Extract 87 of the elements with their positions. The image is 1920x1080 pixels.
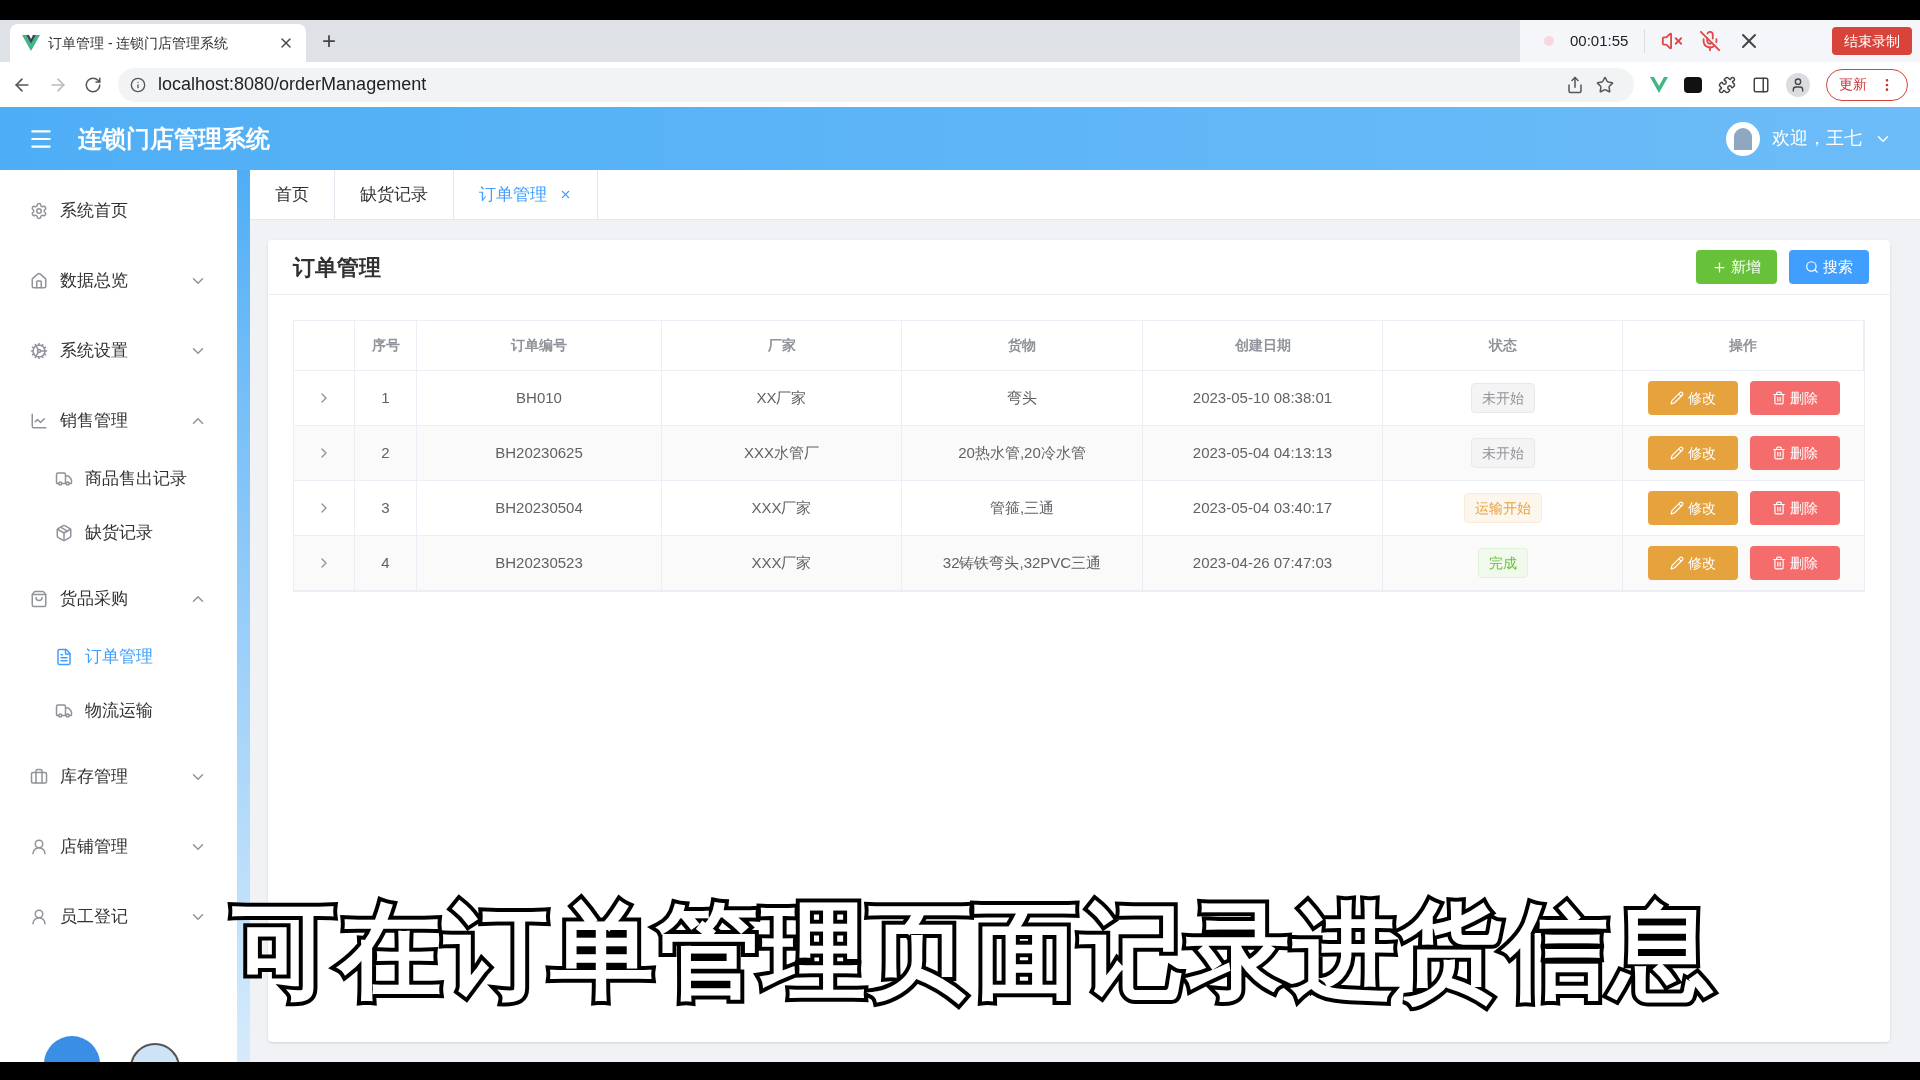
sidebar-item[interactable]: 店铺管理 bbox=[0, 818, 237, 876]
card-title: 订单管理 bbox=[293, 253, 381, 282]
trash-icon bbox=[1771, 446, 1786, 460]
submenu-item[interactable]: 商品售出记录 bbox=[0, 454, 237, 504]
submenu-item[interactable]: 物流运输 bbox=[0, 686, 237, 736]
recording-time: 00:01:55 bbox=[1570, 30, 1629, 51]
menu-item-icon bbox=[30, 838, 48, 856]
trash-icon bbox=[1771, 501, 1786, 515]
pencil-icon bbox=[1669, 446, 1684, 460]
pencil-icon bbox=[1669, 556, 1684, 570]
table-cell-text: XXX厂家 bbox=[751, 497, 812, 518]
logo-icon bbox=[22, 35, 40, 51]
extension-icon[interactable] bbox=[1684, 76, 1702, 93]
table-cell-text: 4 bbox=[381, 552, 390, 573]
table-cell-text: 32铸铁弯头,32PVC三通 bbox=[942, 552, 1102, 573]
table-cell-text: 弯头 bbox=[1007, 387, 1037, 408]
new-tab-button[interactable]: + bbox=[322, 29, 336, 53]
info-icon bbox=[130, 76, 146, 93]
menu-item-icon bbox=[30, 412, 48, 430]
bookmark-icon[interactable] bbox=[1596, 75, 1614, 94]
pencil-icon bbox=[1669, 501, 1684, 515]
menu-item-icon bbox=[55, 524, 73, 542]
sidebar-item[interactable]: 系统设置 bbox=[0, 322, 237, 380]
table-cell-text: BH20230523 bbox=[495, 552, 583, 573]
submenu-item[interactable]: 缺货记录 bbox=[0, 508, 237, 558]
mic-muted-icon[interactable] bbox=[1699, 30, 1722, 52]
table-cell-text: BH010 bbox=[516, 387, 562, 408]
sidebar-item[interactable]: 货品采购 bbox=[0, 570, 237, 628]
column-header: 创建日期 bbox=[1143, 321, 1383, 370]
url-text: localhost:8080/orderManagement bbox=[158, 73, 428, 96]
menu-item-icon bbox=[55, 470, 73, 488]
sidebar-item[interactable]: 系统首页 bbox=[0, 182, 237, 240]
trash-icon bbox=[1771, 556, 1786, 570]
column-header: 厂家 bbox=[662, 321, 902, 370]
menu-item-icon bbox=[30, 202, 48, 220]
column-header: 序号 bbox=[355, 321, 417, 370]
menu-item-icon bbox=[30, 590, 48, 608]
table-cell-text: XX厂家 bbox=[756, 387, 807, 408]
menu-item-icon bbox=[30, 768, 48, 786]
status-tag: 完成 bbox=[1477, 548, 1528, 578]
sidebar-item[interactable]: 库存管理 bbox=[0, 748, 237, 806]
table-cell-text: BH20230625 bbox=[495, 442, 583, 463]
extensions-icon[interactable] bbox=[1718, 75, 1736, 94]
sidebar-item[interactable]: 销售管理 bbox=[0, 392, 237, 450]
avatar-icon bbox=[1726, 121, 1760, 156]
menu-item-icon bbox=[55, 648, 73, 666]
menu-item-icon bbox=[55, 702, 73, 720]
status-tag: 未开始 bbox=[1470, 383, 1535, 413]
trash-icon bbox=[1771, 391, 1786, 405]
table-cell-text: XXX厂家 bbox=[751, 552, 812, 573]
column-header: 订单编号 bbox=[417, 321, 662, 370]
table-cell-text: 2 bbox=[381, 442, 390, 463]
page-tab[interactable]: 首页 bbox=[250, 170, 335, 219]
plus-icon bbox=[1712, 259, 1727, 275]
menu-item-icon bbox=[30, 342, 48, 360]
search-icon bbox=[1805, 260, 1819, 274]
video-caption: 可在订单管理页面记录进货信息 bbox=[224, 887, 1724, 1015]
profile-icon[interactable] bbox=[1786, 72, 1810, 97]
status-tag: 运输开始 bbox=[1463, 493, 1542, 523]
page-tab[interactable]: 缺货记录 bbox=[335, 170, 454, 219]
table-cell-text: 2023-05-10 08:38:01 bbox=[1192, 387, 1333, 408]
column-header: 操作 bbox=[1623, 321, 1864, 370]
table-cell-text: 20热水管,20冷水管 bbox=[958, 442, 1086, 463]
speaker-muted-icon[interactable] bbox=[1661, 30, 1684, 52]
table-cell-text: 2023-04-26 07:47:03 bbox=[1192, 552, 1333, 573]
table-cell-text: 管箍,三通 bbox=[989, 497, 1055, 518]
pencil-icon bbox=[1669, 391, 1684, 405]
column-header: 货物 bbox=[902, 321, 1143, 370]
table-cell-text: 2023-05-04 03:40:17 bbox=[1192, 497, 1333, 518]
status-tag: 未开始 bbox=[1470, 438, 1535, 468]
app-title: 连锁门店管理系统 bbox=[78, 123, 270, 154]
table-cell-text: XXX水管厂 bbox=[744, 442, 819, 463]
share-icon[interactable] bbox=[1566, 75, 1584, 94]
menu-item-icon bbox=[30, 272, 48, 290]
reload-icon[interactable] bbox=[84, 75, 102, 94]
column-header: 状态 bbox=[1383, 321, 1623, 370]
table-cell-text: 3 bbox=[381, 497, 390, 518]
browser-tab[interactable]: 订单管理 - 连锁门店管理系统 bbox=[10, 24, 306, 62]
tab-title: 订单管理 - 连锁门店管理系统 bbox=[48, 33, 230, 53]
sidebar-item[interactable]: 数据总览 bbox=[0, 252, 237, 310]
table-cell-text: BH20230504 bbox=[495, 497, 583, 518]
menu-item-icon bbox=[30, 908, 48, 926]
table-cell-text: 1 bbox=[381, 387, 390, 408]
address-field[interactable]: localhost:8080/orderManagement bbox=[118, 67, 1634, 102]
stop-recording-button[interactable]: 结束录制 bbox=[1832, 27, 1912, 55]
table-cell-text: 2023-05-04 04:13:13 bbox=[1192, 442, 1333, 463]
side-panel-icon[interactable] bbox=[1752, 75, 1770, 94]
